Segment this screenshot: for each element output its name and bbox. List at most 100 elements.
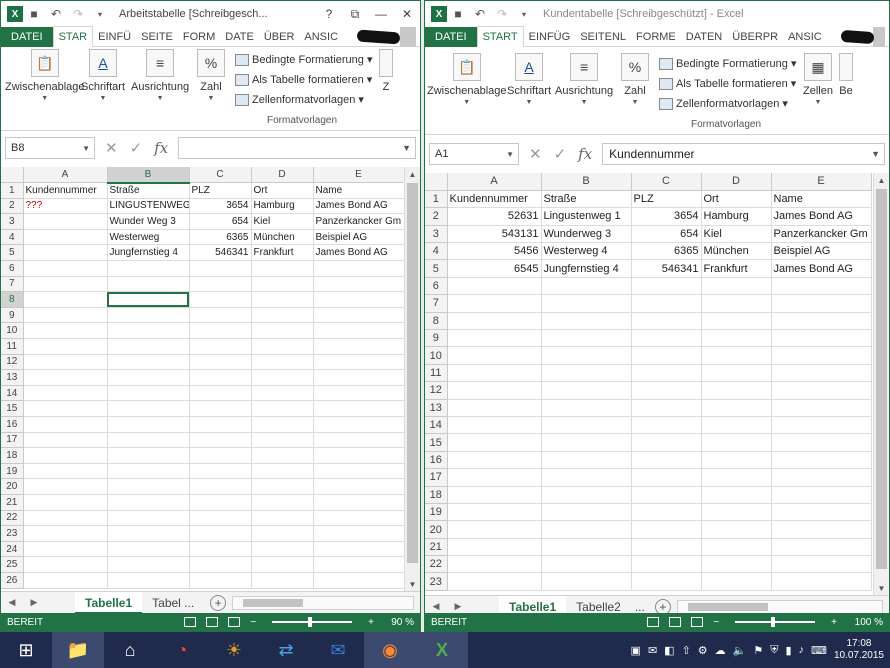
cell-c13[interactable] [631, 399, 702, 417]
alignment-group[interactable]: ≡ Ausrichtung ▼ [131, 49, 189, 102]
cell-d21[interactable] [701, 538, 772, 557]
clipboard-group[interactable]: 📋 Zwischenablage ▼ [427, 53, 507, 106]
cell-c23[interactable] [189, 525, 252, 542]
cell-b5[interactable]: Jungfernstieg 4 [541, 259, 632, 278]
cell-e10[interactable] [313, 322, 405, 340]
cell-a6[interactable] [447, 277, 542, 296]
cell-c18[interactable] [189, 447, 252, 464]
cell-b14[interactable] [541, 416, 632, 435]
column-header-b[interactable]: B [541, 173, 632, 191]
cell-b1[interactable]: Straße [541, 190, 632, 209]
cell-b4[interactable]: Westerweg [107, 229, 190, 246]
format-as-table-button[interactable]: Als Tabelle formatieren ▾ [235, 73, 372, 86]
cell-a13[interactable] [447, 399, 542, 417]
cell-d14[interactable] [251, 385, 314, 402]
row-header[interactable]: 25 [1, 556, 24, 573]
teamviewer-icon[interactable]: ⇄ [260, 632, 312, 668]
cell-e12[interactable] [771, 381, 872, 400]
cell-c4[interactable]: 6365 [189, 229, 252, 246]
cell-a10[interactable] [447, 346, 542, 365]
cell-e21[interactable] [313, 494, 405, 511]
column-header-d[interactable]: D [701, 173, 772, 191]
chevron-down-icon[interactable]: ▼ [871, 149, 880, 159]
cell-b16[interactable] [541, 451, 632, 470]
column-header-a[interactable]: A [23, 167, 108, 184]
cell-d15[interactable] [251, 400, 314, 417]
cell-a2[interactable]: 52631 [447, 207, 542, 226]
row-header[interactable]: 20 [1, 478, 24, 495]
cell-c24[interactable] [189, 541, 252, 558]
cell-e16[interactable] [313, 416, 405, 433]
tab-datei[interactable]: DATEI [425, 26, 477, 47]
cell-a22[interactable] [23, 510, 108, 527]
row-header[interactable]: 19 [1, 463, 24, 480]
redo-icon[interactable]: ↷ [67, 4, 89, 24]
cell-c1[interactable]: PLZ [189, 182, 252, 199]
cell-c12[interactable] [189, 354, 252, 371]
cell-d5[interactable]: Frankfurt [251, 244, 314, 262]
zoom-level[interactable]: 100 % [847, 617, 889, 628]
tab-formeln[interactable]: FORM [178, 27, 220, 47]
cell-b7[interactable] [107, 276, 190, 293]
clipboard-group[interactable]: 📋 Zwischenablage ▼ [5, 49, 85, 102]
column-header-e[interactable]: E [771, 173, 872, 191]
cell-a18[interactable] [447, 486, 542, 504]
cell-b11[interactable] [107, 338, 190, 355]
cell-b26[interactable] [107, 572, 190, 589]
row-header[interactable]: 6 [425, 277, 448, 296]
cell-a19[interactable] [23, 463, 108, 480]
cell-e15[interactable] [313, 400, 405, 417]
cell-c7[interactable] [631, 294, 702, 313]
row-header[interactable]: 4 [1, 229, 24, 246]
tab-daten[interactable]: DATE [220, 27, 259, 47]
cell-a8[interactable] [447, 312, 542, 331]
cell-d4[interactable]: München [701, 242, 772, 261]
row-header[interactable]: 5 [425, 259, 448, 278]
cell-a13[interactable] [23, 369, 108, 386]
tab-ansicht[interactable]: ANSIC [299, 27, 343, 47]
scroll-down-icon[interactable]: ▼ [874, 581, 889, 595]
cell-e6[interactable] [313, 260, 405, 277]
cell-d9[interactable] [701, 329, 772, 348]
cell-a20[interactable] [23, 478, 108, 495]
column-header-c[interactable]: C [189, 167, 252, 184]
cell-e14[interactable] [313, 385, 405, 402]
cell-c17[interactable] [631, 468, 702, 487]
row-header[interactable]: 4 [425, 242, 448, 261]
zoom-knob[interactable] [308, 617, 313, 627]
cell-d26[interactable] [251, 572, 314, 589]
undo-icon[interactable]: ↶ [469, 4, 491, 24]
cell-b13[interactable] [107, 369, 190, 386]
cell-e4[interactable]: Beispiel AG [313, 229, 405, 246]
cell-d1[interactable]: Ort [251, 182, 314, 199]
row-header[interactable]: 23 [425, 572, 448, 591]
scroll-thumb[interactable] [687, 602, 768, 611]
cell-d12[interactable] [701, 381, 772, 400]
cell-c23[interactable] [631, 572, 702, 591]
number-group[interactable]: % Zahl ▼ [197, 49, 225, 102]
gear-icon[interactable]: ⚙ [698, 644, 708, 657]
cell-c11[interactable] [631, 364, 702, 383]
page-layout-view-icon[interactable] [206, 617, 219, 627]
cell-b17[interactable] [541, 468, 632, 487]
normal-view-icon[interactable] [647, 617, 660, 627]
cell-e7[interactable] [771, 294, 872, 313]
cell-a18[interactable] [23, 447, 108, 464]
flag-icon[interactable]: ⚑ [753, 644, 763, 657]
row-header[interactable]: 15 [1, 400, 24, 417]
cell-a6[interactable] [23, 260, 108, 277]
column-header-b[interactable]: B [107, 167, 190, 184]
row-header[interactable]: 21 [425, 538, 448, 557]
volume-mute-icon[interactable]: ♪ [799, 644, 805, 656]
add-sheet-icon[interactable]: + [210, 594, 227, 611]
customize-qat-icon[interactable]: ▾ [513, 4, 535, 24]
cloud-icon[interactable]: ☁ [715, 644, 726, 657]
cell-a14[interactable] [23, 385, 108, 402]
row-header[interactable]: 26 [1, 572, 24, 589]
row-header[interactable]: 1 [425, 190, 448, 209]
firefox-icon[interactable]: ◉ [364, 632, 416, 668]
cell-d19[interactable] [251, 463, 314, 480]
tab-start[interactable]: START [476, 26, 524, 47]
font-group[interactable]: A Schriftart ▼ [507, 53, 551, 106]
cell-e12[interactable] [313, 354, 405, 371]
